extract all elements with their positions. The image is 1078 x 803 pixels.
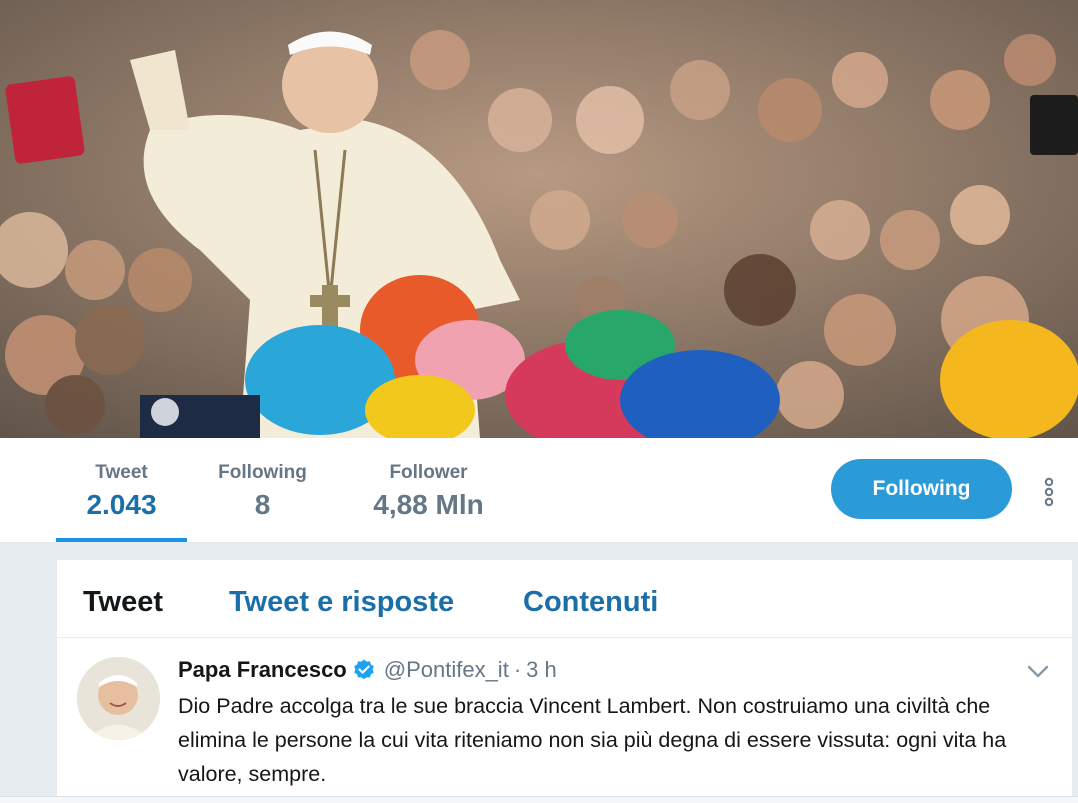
stat-tweets-count: 2.043 xyxy=(86,489,157,520)
stat-followers-count: 4,88 Mln xyxy=(373,489,484,520)
stat-followers-label: Follower xyxy=(389,462,468,483)
tab-media[interactable]: Contenuti xyxy=(523,586,658,619)
tweet-timestamp[interactable]: 3 h xyxy=(526,657,557,683)
following-button[interactable]: Following xyxy=(831,459,1012,519)
profile-banner-image[interactable] xyxy=(0,0,1078,438)
stat-followers[interactable]: Follower 4,88 Mln xyxy=(355,460,502,524)
banner-photo xyxy=(0,0,1078,438)
stat-tweets-label: Tweet xyxy=(95,462,148,483)
tweet-header: Papa Francesco @Pontifex_it · 3 h xyxy=(178,656,557,684)
active-stat-underline xyxy=(56,538,187,542)
avatar[interactable] xyxy=(77,657,160,740)
timeline-tabs: Tweet Tweet e risposte Contenuti xyxy=(57,560,1072,638)
stat-following[interactable]: Following 8 xyxy=(205,460,320,524)
tweet-item[interactable]: Papa Francesco @Pontifex_it · 3 h Dio Pa… xyxy=(57,638,1072,802)
vertical-dots-icon[interactable] xyxy=(1038,476,1060,508)
stat-following-label: Following xyxy=(218,462,307,483)
tweet-text: Dio Padre accolga tra le sue braccia Vin… xyxy=(178,694,1007,786)
stat-following-count: 8 xyxy=(254,489,271,520)
timeline: Tweet Tweet e risposte Contenuti Papa Fr… xyxy=(57,560,1072,802)
verified-badge-icon xyxy=(352,658,376,682)
author-handle[interactable]: @Pontifex_it xyxy=(384,657,509,683)
separator-dot: · xyxy=(513,657,522,682)
tab-tweets-and-replies[interactable]: Tweet e risposte xyxy=(229,586,454,619)
tab-tweets[interactable]: Tweet xyxy=(83,586,163,619)
author-name[interactable]: Papa Francesco xyxy=(178,657,347,683)
chevron-down-icon[interactable] xyxy=(1027,664,1049,680)
stat-tweets[interactable]: Tweet 2.043 xyxy=(56,460,187,524)
profile-nav: Tweet 2.043 Following 8 Follower 4,88 Ml… xyxy=(0,438,1078,543)
